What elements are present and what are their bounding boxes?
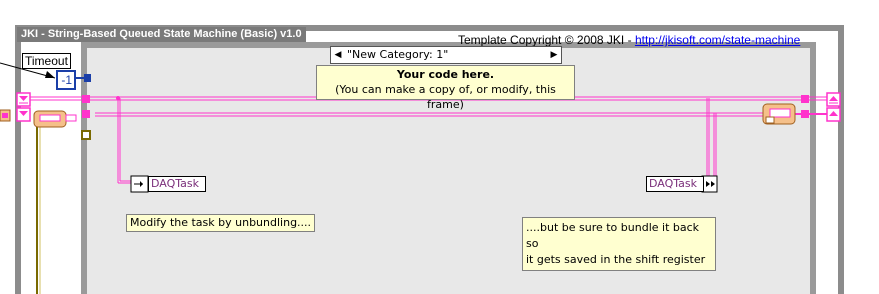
- copyright-text: Template Copyright © 2008 JKI -: [458, 33, 635, 47]
- tunnel-error-in: [81, 130, 91, 140]
- right-triangle-icon[interactable]: ▶: [549, 47, 559, 63]
- tunnel-string-out: [801, 95, 809, 103]
- tunnel-string-in: [82, 95, 90, 103]
- loop-title: JKI - String-Based Queued State Machine …: [17, 27, 306, 42]
- shift-register-left[interactable]: [16, 92, 31, 107]
- comment-title: Your code here.: [396, 68, 495, 81]
- bundle-comment: ....but be sure to bundle it back so it …: [522, 217, 716, 271]
- bundle-comment-line-1: ....but be sure to bundle it back so: [526, 221, 700, 250]
- unbundle-by-name-terminal: [130, 175, 149, 193]
- timeout-tunnel: [84, 74, 91, 82]
- daqtask-unbundle-label[interactable]: DAQTask: [148, 176, 206, 192]
- code-here-comment: Your code here. (You can make a copy of,…: [316, 65, 575, 111]
- left-triangle-icon[interactable]: ◀: [333, 47, 343, 63]
- tunnel-task-out: [801, 110, 809, 118]
- timeout-arrow: [45, 71, 55, 78]
- timeout-constant[interactable]: -1: [56, 70, 76, 90]
- bundle-comment-line-2: it gets saved in the shift register: [526, 253, 706, 266]
- bundle-icon: [33, 110, 77, 128]
- unbundle-comment: Modify the task by unbundling....: [126, 214, 316, 232]
- case-selector-value[interactable]: "New Category: 1": [345, 47, 547, 63]
- wire-junction: [116, 96, 120, 100]
- comment-subtitle: (You can make a copy of, or modify, this…: [335, 83, 556, 111]
- unbundle-icon: [762, 103, 796, 125]
- shift-register-right-2[interactable]: [826, 107, 841, 122]
- bundle-by-name-terminal: [701, 175, 718, 193]
- copyright-notice: Template Copyright © 2008 JKI - http://j…: [458, 33, 800, 47]
- shift-register-left-2[interactable]: [16, 107, 31, 122]
- shift-register-right[interactable]: [826, 92, 841, 107]
- case-selector[interactable]: ◀ "New Category: 1" ▶: [330, 46, 562, 64]
- cluster-constant-icon: [0, 109, 11, 122]
- tunnel-task-in: [82, 110, 90, 118]
- timeout-label: Timeout: [22, 53, 71, 69]
- daqtask-bundle-label[interactable]: DAQTask: [646, 176, 704, 192]
- copyright-link[interactable]: http://jkisoft.com/state-machine: [635, 33, 800, 47]
